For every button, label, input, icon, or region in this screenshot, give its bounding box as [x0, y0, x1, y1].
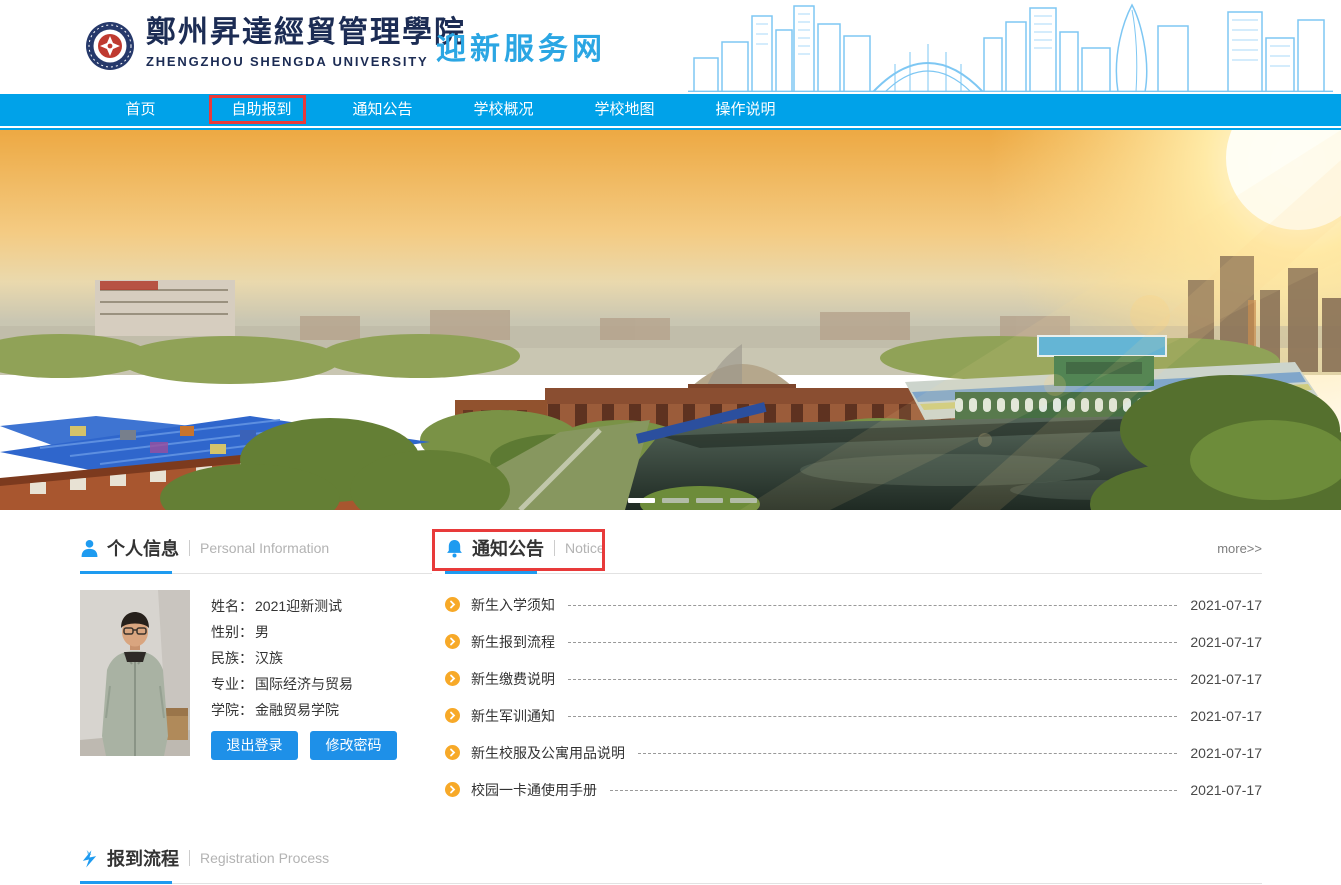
dotted-leader: [568, 716, 1177, 717]
notice-link[interactable]: 新生入学须知: [471, 595, 555, 615]
personal-buttons: 退出登录 修改密码: [211, 731, 397, 760]
chevron-circle-icon: [445, 671, 460, 686]
personal-info-subtitle: Personal Information: [200, 540, 329, 556]
field-name-value: 2021迎新测试: [255, 598, 342, 614]
field-college: 学院：金融贸易学院: [211, 697, 397, 723]
divider: [554, 540, 555, 556]
registration-process-rule: [80, 881, 1262, 884]
field-major-value: 国际经济与贸易: [255, 676, 353, 692]
field-major: 专业：国际经济与贸易: [211, 671, 397, 697]
carousel-dot-3[interactable]: [696, 498, 723, 503]
campus-sunset-photo: [0, 130, 1341, 510]
carousel-dot-1[interactable]: [628, 498, 655, 503]
notice-date: 2021-07-17: [1190, 597, 1262, 613]
carousel-dot-4[interactable]: [730, 498, 757, 503]
nav-item-school-overview[interactable]: 学校概况: [443, 94, 564, 126]
dotted-leader: [568, 679, 1177, 680]
flash-icon: [80, 849, 99, 868]
hero-carousel: [0, 130, 1341, 510]
personal-info-header: 个人信息 Personal Information: [80, 534, 432, 562]
nav-item-instructions[interactable]: 操作说明: [685, 94, 806, 126]
chevron-circle-icon: [445, 708, 460, 723]
logout-button[interactable]: 退出登录: [211, 731, 298, 760]
personal-details: 姓名：2021迎新测试 性别：男 民族：汉族 专业：国际经济与贸易 学院：金融贸…: [211, 593, 397, 760]
field-ethnicity: 民族：汉族: [211, 645, 397, 671]
dotted-leader: [568, 605, 1177, 606]
nav-item-home[interactable]: 首页: [80, 94, 201, 126]
university-seal-logo: [84, 19, 136, 73]
university-name-en: ZHENGZHOU SHENGDA UNIVERSITY: [146, 54, 466, 69]
notice-date: 2021-07-17: [1190, 782, 1262, 798]
notice-link[interactable]: 新生缴费说明: [471, 669, 555, 689]
notice-link[interactable]: 校园一卡通使用手册: [471, 780, 597, 800]
main-nav: 首页 自助报到 通知公告 学校概况 学校地图 操作说明: [0, 94, 1341, 126]
registration-process-title: 报到流程: [107, 845, 179, 871]
chevron-circle-icon: [445, 634, 460, 649]
carousel-dots: [628, 498, 757, 503]
notice-link[interactable]: 新生校服及公寓用品说明: [471, 743, 625, 763]
notice-link[interactable]: 新生报到流程: [471, 632, 555, 652]
university-name-zh: 鄭州昇達經貿管理學院: [146, 15, 466, 51]
divider: [189, 540, 190, 556]
notice-item: 新生报到流程 2021-07-17: [445, 623, 1262, 660]
notice-item: 校园一卡通使用手册 2021-07-17: [445, 771, 1262, 808]
chevron-circle-icon: [445, 597, 460, 612]
nav-item-notices[interactable]: 通知公告: [322, 94, 443, 126]
notice-item: 新生校服及公寓用品说明 2021-07-17: [445, 734, 1262, 771]
registration-process-subtitle: Registration Process: [200, 850, 329, 866]
notice-header: 通知公告 Notice more>>: [445, 534, 1262, 562]
dotted-leader: [638, 753, 1177, 754]
bell-icon: [445, 539, 464, 558]
field-gender: 性别：男: [211, 619, 397, 645]
personal-info-title: 个人信息: [107, 535, 179, 561]
notice-rule: [445, 571, 1262, 574]
notice-date: 2021-07-17: [1190, 745, 1262, 761]
dotted-leader: [568, 642, 1177, 643]
change-password-button[interactable]: 修改密码: [310, 731, 397, 760]
notice-item: 新生缴费说明 2021-07-17: [445, 660, 1262, 697]
registration-process-header: 报到流程 Registration Process: [80, 844, 1262, 872]
notice-item: 新生入学须知 2021-07-17: [445, 586, 1262, 623]
notice-date: 2021-07-17: [1190, 708, 1262, 724]
notice-more-link[interactable]: more>>: [1217, 541, 1262, 556]
notice-item: 新生军训通知 2021-07-17: [445, 697, 1262, 734]
notice-title: 通知公告: [472, 535, 544, 561]
page-header: 鄭州昇達經貿管理學院 ZHENGZHOU SHENGDA UNIVERSITY …: [0, 0, 1341, 94]
chevron-circle-icon: [445, 782, 460, 797]
divider: [189, 850, 190, 866]
notice-date: 2021-07-17: [1190, 671, 1262, 687]
field-gender-value: 男: [255, 624, 269, 640]
notice-subtitle: Notice: [565, 540, 605, 556]
city-skyline-illustration: [688, 0, 1333, 92]
student-photo: [80, 590, 190, 756]
carousel-dot-2[interactable]: [662, 498, 689, 503]
personal-info-section: 个人信息 Personal Information: [80, 534, 432, 808]
notice-section: 通知公告 Notice more>> 新生入学须知 2021-07-17 新生报…: [445, 534, 1262, 808]
personal-info-rule: [80, 571, 432, 574]
notice-list: 新生入学须知 2021-07-17 新生报到流程 2021-07-17 新生缴费…: [445, 586, 1262, 808]
nav-item-self-registration[interactable]: 自助报到: [201, 94, 322, 126]
field-ethnicity-value: 汉族: [255, 650, 283, 666]
university-name-block: 鄭州昇達經貿管理學院 ZHENGZHOU SHENGDA UNIVERSITY: [146, 15, 466, 69]
field-college-value: 金融贸易学院: [255, 702, 339, 718]
field-name: 姓名：2021迎新测试: [211, 593, 397, 619]
dotted-leader: [610, 790, 1177, 791]
chevron-circle-icon: [445, 745, 460, 760]
registration-process-section: 报到流程 Registration Process: [80, 844, 1262, 884]
personal-info-body: 姓名：2021迎新测试 性别：男 民族：汉族 专业：国际经济与贸易 学院：金融贸…: [80, 590, 432, 760]
nav-item-school-map[interactable]: 学校地图: [564, 94, 685, 126]
person-icon: [80, 539, 99, 558]
site-title: 迎新服务网: [436, 24, 606, 68]
main-content: 个人信息 Personal Information: [80, 534, 1262, 808]
notice-date: 2021-07-17: [1190, 634, 1262, 650]
notice-link[interactable]: 新生军训通知: [471, 706, 555, 726]
